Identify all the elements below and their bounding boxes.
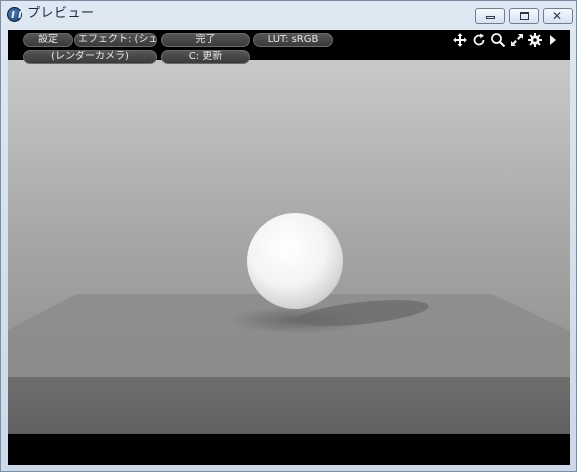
chevron-right-icon[interactable]: [545, 32, 561, 48]
preview-window: プレビュー ✕ 設定 エフェクト: (シェ 完了 LUT: sRGB (レンダー…: [0, 0, 577, 472]
camera-dropdown[interactable]: (レンダーカメラ): [23, 50, 157, 64]
app-icon: [7, 7, 22, 22]
lut-dropdown[interactable]: LUT: sRGB: [253, 33, 333, 47]
scene-canvas: [8, 213, 570, 434]
maximize-icon: [520, 12, 529, 20]
close-button[interactable]: ✕: [543, 8, 573, 24]
sphere: [247, 213, 343, 309]
close-icon: ✕: [552, 9, 563, 23]
settings-button[interactable]: 設定: [23, 33, 73, 47]
minimize-button[interactable]: [475, 8, 505, 24]
zoom-icon[interactable]: [490, 32, 506, 48]
render-scene: [8, 60, 570, 434]
render-viewport[interactable]: 設定 エフェクト: (シェ... 完了 LUT: sRGB (レンダーカメラ) …: [8, 30, 570, 465]
floor-front: [8, 377, 570, 434]
effect-dropdown[interactable]: エフェクト: (シェ...: [74, 33, 157, 47]
window-title: プレビュー: [27, 6, 95, 21]
maximize-button[interactable]: [509, 8, 539, 24]
done-button[interactable]: 完了: [161, 33, 250, 47]
rotate-icon[interactable]: [471, 32, 487, 48]
title-bar[interactable]: プレビュー ✕: [1, 1, 576, 27]
fit-icon[interactable]: [509, 32, 525, 48]
minimize-icon: [486, 16, 495, 19]
gear-icon[interactable]: [527, 32, 543, 48]
move-icon[interactable]: [452, 32, 468, 48]
refresh-button[interactable]: C: 更新: [161, 50, 250, 64]
